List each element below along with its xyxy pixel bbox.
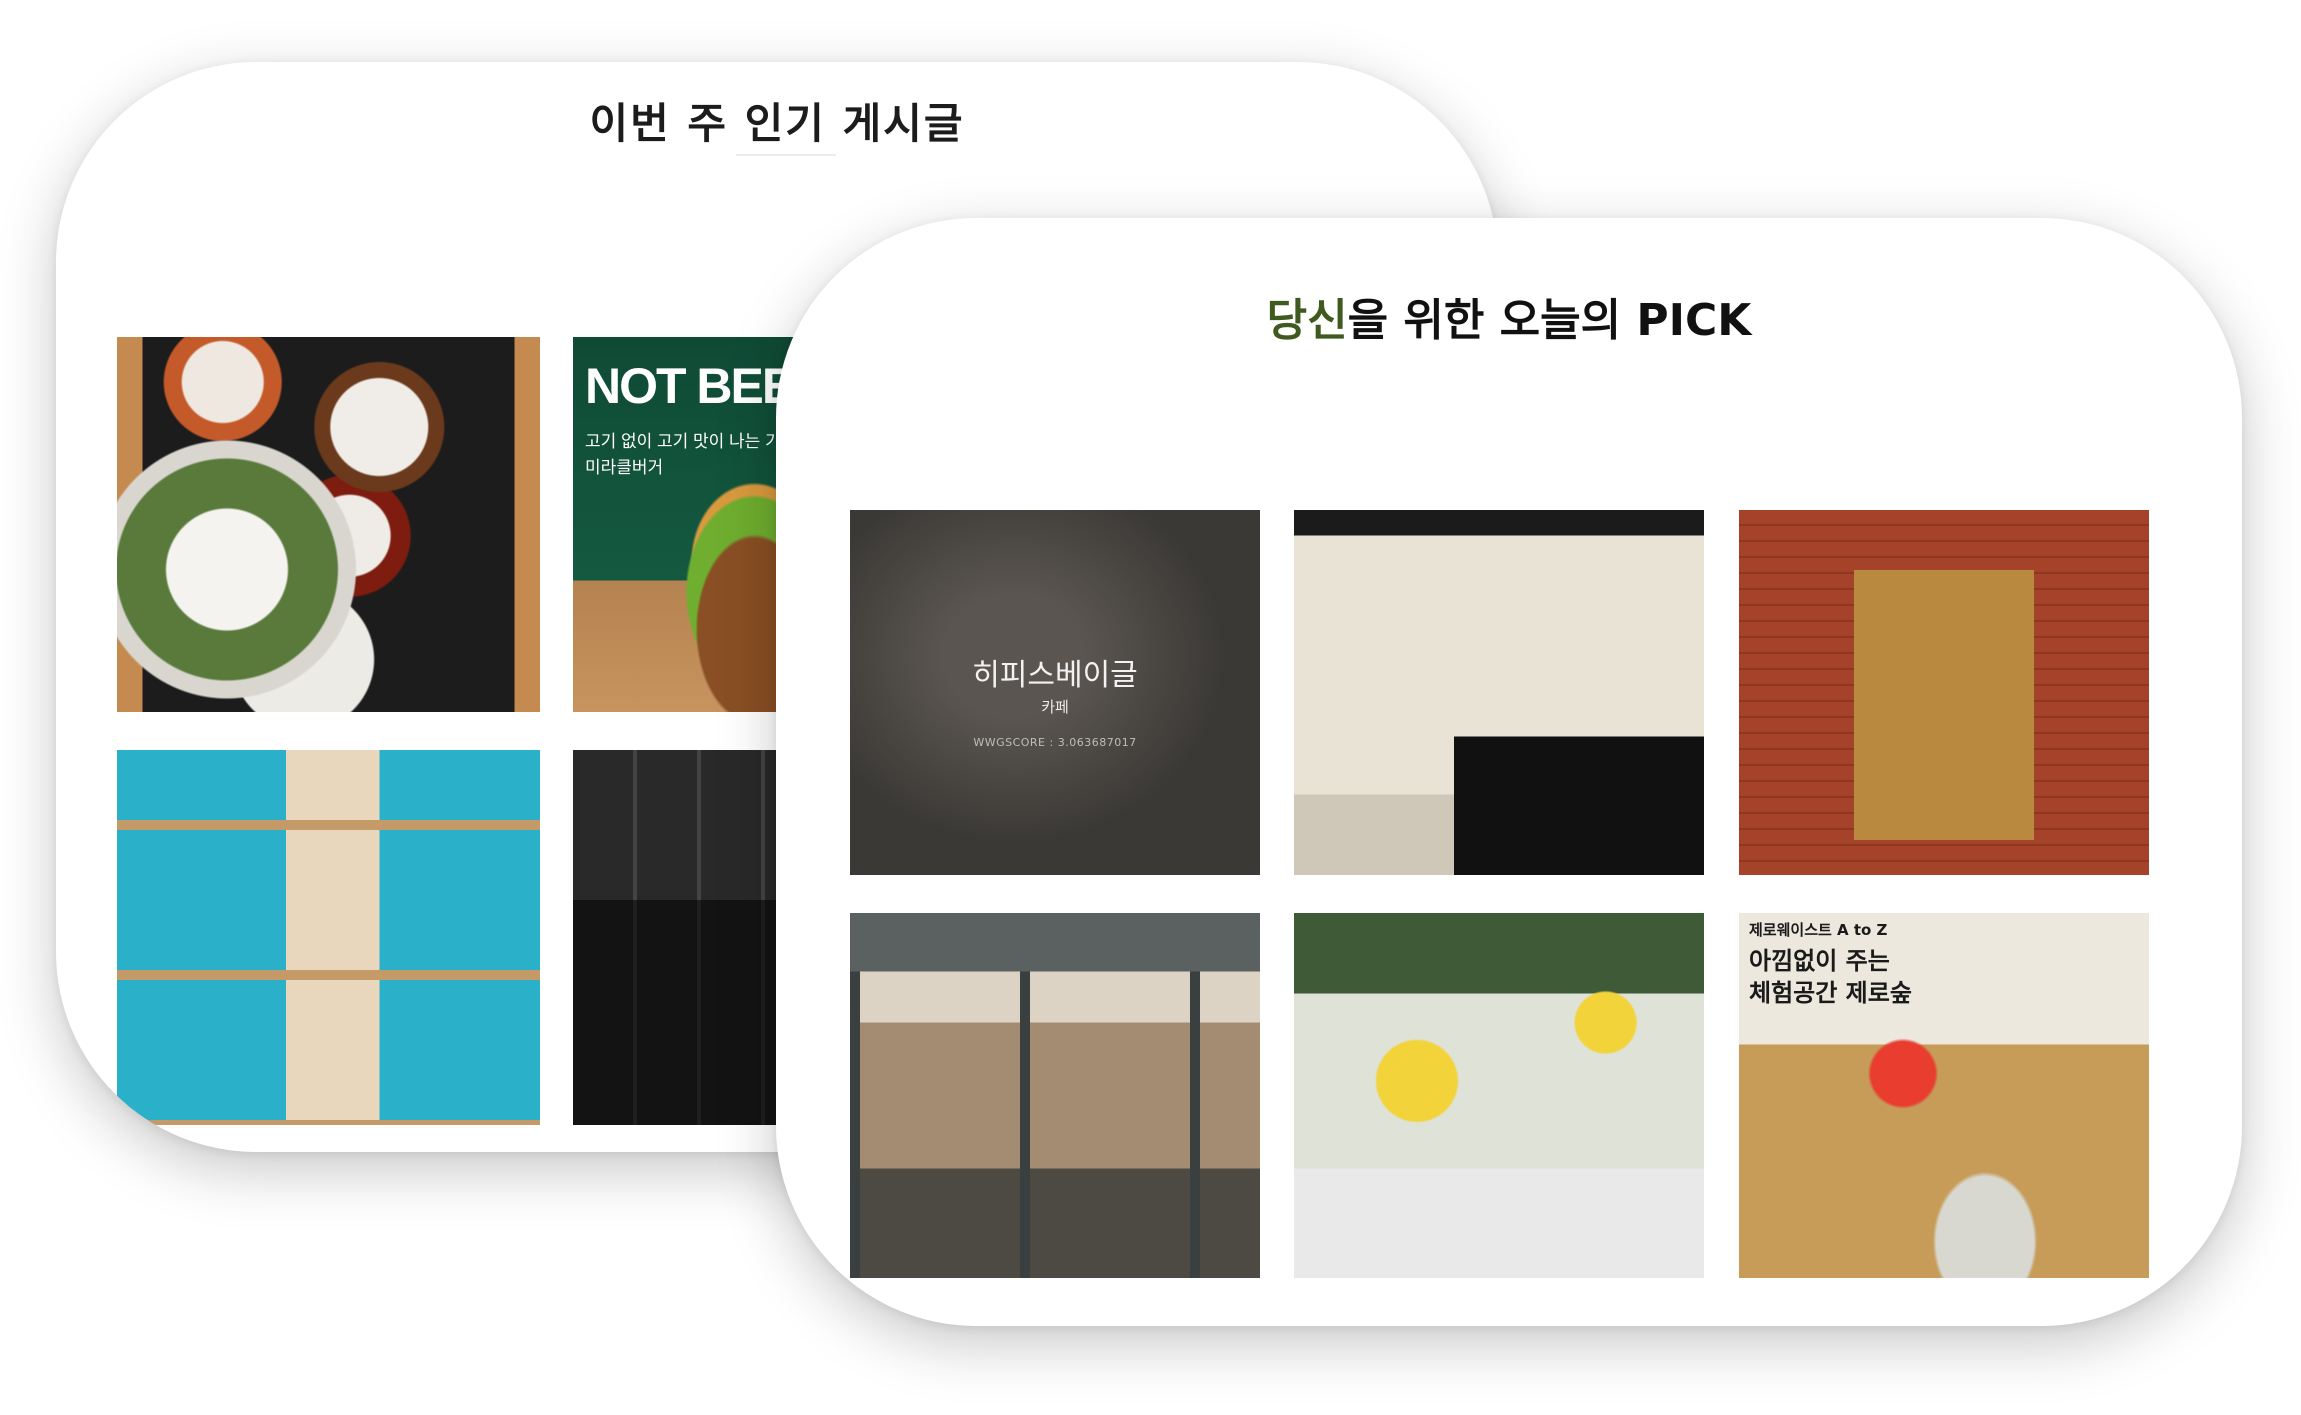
burger-brand: 미라클버거 (585, 458, 664, 477)
todays-pick-card: 당신을 위한 오늘의 PICK 히피스베이글 카페 WWGSCORE : 3.0… (776, 218, 2242, 1326)
pick-item-zero-waste-promo[interactable]: 제로웨이스트 A to Z 아낌없이 주는 체험공간 제로숲 (1739, 913, 2149, 1278)
promo-headline-1: 아낌없이 주는 (1749, 947, 1890, 975)
pick-item-hippies-bagel[interactable]: 히피스베이글 카페 WWGSCORE : 3.063687017 (850, 510, 1260, 875)
place-score: WWGSCORE : 3.063687017 (973, 736, 1137, 749)
todays-pick-title: 당신을 위한 오늘의 PICK (776, 284, 2242, 348)
promo-headline-2: 체험공간 제로숲 (1749, 979, 1912, 1007)
title-accent: 당신 (1266, 295, 1348, 346)
popular-posts-title: 이번 주 인기 게시글 (589, 99, 965, 148)
pick-item-storefront[interactable] (1739, 510, 2149, 875)
pick-item-refill-store[interactable] (1294, 913, 1704, 1278)
title-underline (736, 154, 836, 156)
title-rest: 을 위한 오늘의 PICK (1347, 295, 1752, 346)
place-category: 카페 (1041, 698, 1069, 716)
post-thumbnail-shop-shelves[interactable] (117, 750, 540, 1125)
promo-kicker: 제로웨이스트 A to Z (1749, 921, 1888, 939)
post-thumbnail-meal[interactable] (117, 337, 540, 712)
pick-item-glass-storefront[interactable] (850, 913, 1260, 1278)
burger-subtext: 고기 없이 고기 맛이 나는 기 (585, 432, 781, 451)
pick-item-bakery[interactable] (1294, 510, 1704, 875)
place-name: 히피스베이글 (972, 658, 1138, 693)
